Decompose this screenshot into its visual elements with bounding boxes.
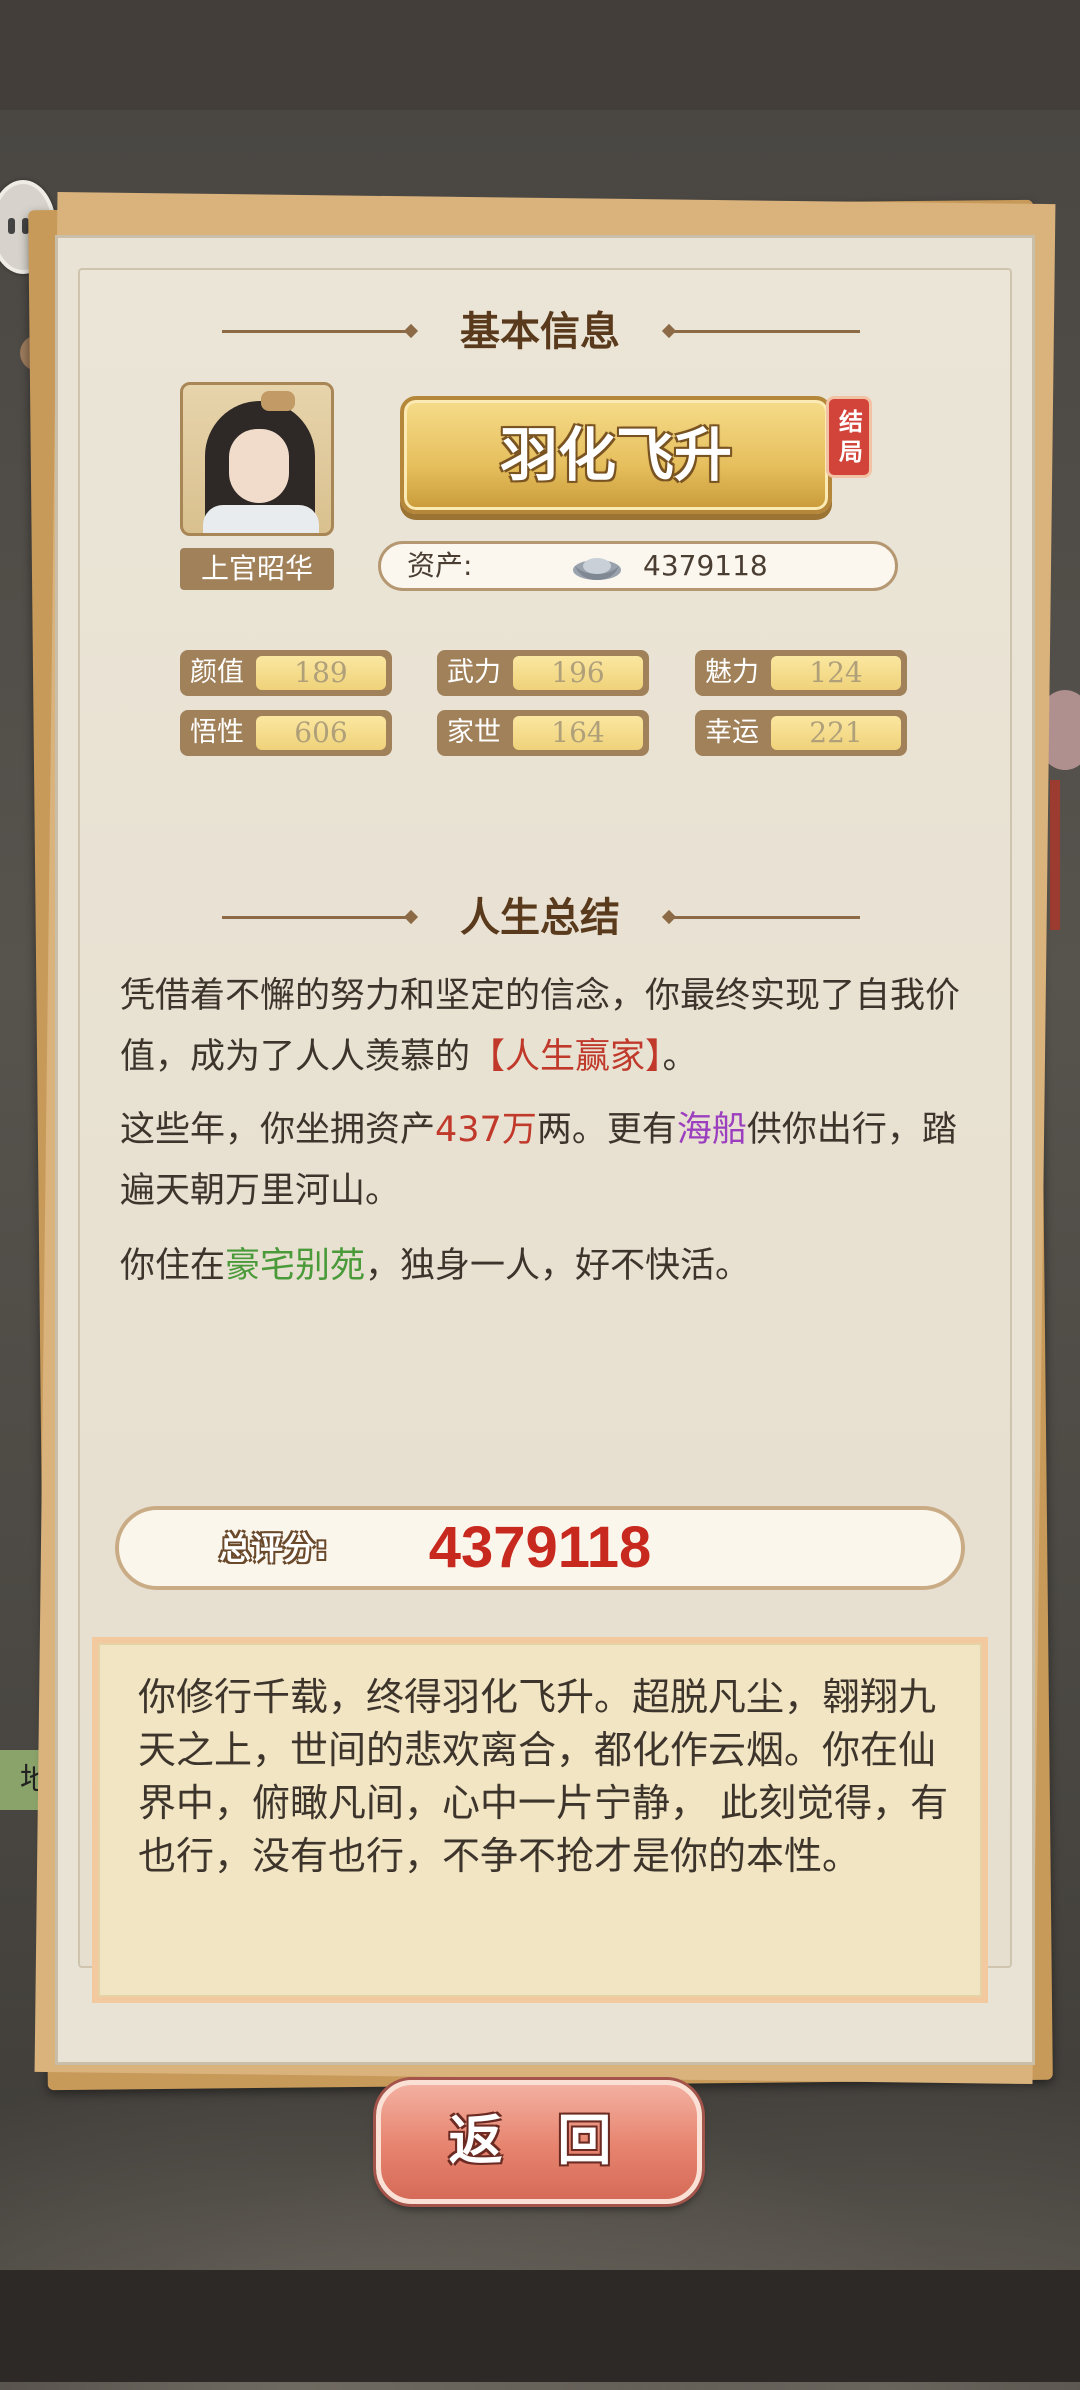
total-score-bar: 总评分: 4379118 — [115, 1506, 965, 1590]
stat-label: 悟性 — [190, 717, 244, 748]
life-summary-title: 人生总结 — [0, 890, 1080, 946]
total-score-value: 4379118 — [428, 1515, 652, 1580]
title-divider-left — [222, 330, 412, 333]
stat-value: 606 — [256, 716, 386, 750]
title-divider-right — [670, 916, 860, 919]
ending-badge: 结局 — [826, 396, 872, 478]
stat-label: 幸运 — [705, 717, 759, 748]
character-name: 上官昭华 — [180, 548, 334, 590]
summary-paragraph-achievement: 凭借着不懈的努力和坚定的信念，你最终实现了自我价值，成为了人人羡慕的【人生赢家】… — [120, 976, 961, 1077]
stat-value: 196 — [513, 656, 643, 690]
asset-bar: 资产: 4379118 — [378, 541, 898, 591]
ending-badge-text: 结局 — [839, 408, 863, 466]
title-divider-dot-left — [403, 323, 419, 339]
stat-value: 189 — [256, 656, 386, 690]
summary-highlight-vehicle: 海船 — [676, 1110, 747, 1150]
ending-epilogue-text: 你修行千载，终得羽化飞升。超脱凡尘，翱翔九天之上，世间的悲欢离合，都化作云烟。你… — [138, 1675, 949, 1878]
stat-value: 164 — [513, 716, 643, 750]
top-status-band — [0, 0, 1080, 110]
chat-eye-left — [8, 218, 15, 234]
character-avatar — [180, 382, 334, 536]
asset-value: 4379118 — [643, 549, 768, 582]
stat-family: 家世 164 — [437, 710, 649, 756]
stat-luck: 幸运 221 — [695, 710, 907, 756]
rank-title-banner: 羽化飞升 — [400, 396, 832, 514]
stat-label: 魅力 — [705, 657, 759, 688]
stat-label: 武力 — [447, 657, 501, 688]
back-button[interactable]: 返 回 — [376, 2080, 702, 2204]
ending-epilogue-box: 你修行千载，终得羽化飞升。超脱凡尘，翱翔九天之上，世间的悲欢离合，都化作云烟。你… — [92, 1637, 988, 2003]
summary-paragraph-home: 你住在豪宅别苑，独身一人，好不快活。 — [120, 1246, 751, 1286]
stat-label: 颜值 — [190, 657, 244, 688]
summary-paragraph-wealth: 这些年，你坐拥资产437万两。更有海船供你出行，踏遍天朝万里河山。 — [120, 1110, 957, 1211]
stat-value: 221 — [771, 716, 901, 750]
summary-highlight-assets: 437万 — [435, 1110, 537, 1150]
stat-label: 家世 — [447, 717, 501, 748]
summary-highlight-home: 豪宅别苑 — [225, 1246, 366, 1286]
title-divider-left — [222, 916, 412, 919]
stat-charm: 魅力 124 — [695, 650, 907, 696]
stat-insight: 悟性 606 — [180, 710, 392, 756]
silver-ingot-icon — [573, 558, 621, 580]
life-summary-title-text: 人生总结 — [460, 895, 620, 941]
bottom-band — [0, 2270, 1080, 2382]
asset-label: 资产: — [407, 549, 473, 582]
title-divider-right — [670, 330, 860, 333]
stat-appearance: 颜值 189 — [180, 650, 392, 696]
summary-highlight-title: 【人生赢家】 — [470, 1037, 663, 1077]
basic-info-title-text: 基本信息 — [460, 309, 620, 355]
title-divider-dot-left — [403, 909, 419, 925]
stat-martial: 武力 196 — [437, 650, 649, 696]
stat-value: 124 — [771, 656, 901, 690]
basic-info-title: 基本信息 — [0, 304, 1080, 360]
